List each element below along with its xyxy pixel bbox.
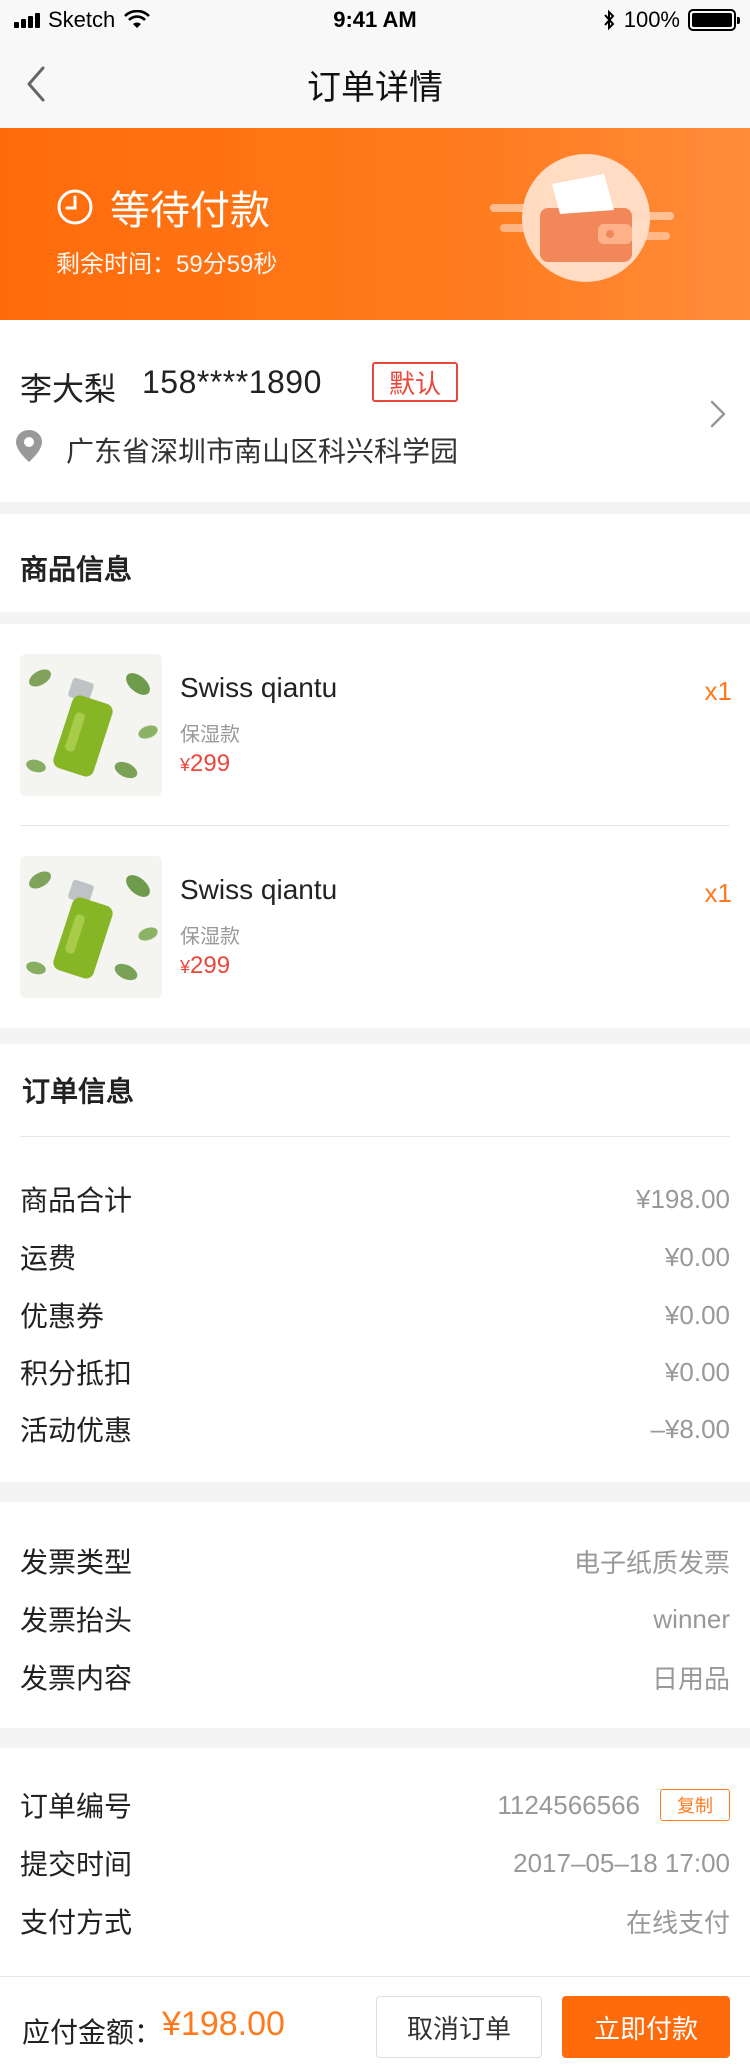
order-info-row: 商品合计 ¥198.00 <box>0 1170 750 1228</box>
product-section-header: 商品信息 <box>0 514 750 612</box>
row-value: winner <box>653 1603 730 1634</box>
row-value: –¥8.00 <box>650 1413 730 1444</box>
battery-percent: 100% <box>623 7 680 32</box>
remaining-time: 剩余时间：59分59秒 <box>56 251 278 278</box>
row-value: 日用品 <box>651 1663 730 1694</box>
carrier-label: Sketch <box>48 7 116 32</box>
recipient-name: 李大梨 <box>20 371 117 407</box>
product-spec: 保湿款 <box>180 926 240 948</box>
product-section-title: 商品信息 <box>20 554 133 585</box>
nav-bar: 订单详情 <box>0 40 750 128</box>
address-detail: 广东省深圳市南山区科兴科学园 <box>66 436 459 467</box>
copy-button[interactable]: 复制 <box>660 1789 730 1821</box>
order-info-title: 订单信息 <box>22 1076 135 1107</box>
bottom-action-bar: 应付金额： ¥198.00 取消订单 立即付款 <box>0 1976 750 2072</box>
order-number: 1124566566 <box>497 1789 640 1820</box>
order-number-row: 订单编号 1124566566 复制 <box>0 1776 750 1834</box>
chevron-right-icon <box>710 400 726 428</box>
row-label: 活动优惠 <box>20 1415 133 1446</box>
order-info-row: 优惠券 ¥0.00 <box>0 1286 750 1344</box>
invoice-row: 发票类型 电子纸质发票 <box>0 1532 750 1590</box>
currency-symbol: ¥ <box>180 755 191 775</box>
product-price: ¥299 <box>180 952 230 980</box>
row-value: 1124566566 复制 <box>497 1789 730 1821</box>
invoice-section: 发票类型 电子纸质发票 发票抬头 winner 发票内容 日用品 <box>0 1502 750 1728</box>
row-value: ¥0.00 <box>664 1356 730 1387</box>
row-label: 提交时间 <box>20 1849 133 1880</box>
invoice-row: 发票内容 日用品 <box>0 1648 750 1706</box>
row-label: 发票抬头 <box>20 1605 133 1636</box>
wallet-illustration <box>490 154 674 282</box>
submit-time-row: 提交时间 2017–05–18 17:00 <box>0 1834 750 1892</box>
signal-icon <box>14 12 40 28</box>
product-spec: 保湿款 <box>180 724 240 746</box>
recipient-phone: 158****1890 <box>142 364 322 400</box>
address-card[interactable]: 李大梨 158****1890 默认 广东省深圳市南山区科兴科学园 <box>0 320 750 502</box>
wifi-icon <box>124 10 151 28</box>
clock-icon <box>57 189 93 225</box>
bluetooth-icon <box>603 9 615 31</box>
product-image <box>20 654 162 796</box>
product-price: ¥299 <box>180 750 230 778</box>
row-label: 发票类型 <box>20 1547 133 1578</box>
order-meta-section: 订单编号 1124566566 复制 提交时间 2017–05–18 17:00… <box>0 1748 750 1976</box>
order-info-row: 积分抵扣 ¥0.00 <box>0 1343 750 1401</box>
status-banner: 等待付款 剩余时间：59分59秒 <box>0 128 750 320</box>
row-value: ¥0.00 <box>664 1241 730 1272</box>
order-info-section: 订单信息 商品合计 ¥198.00 运费 ¥0.00 优惠券 ¥0.00 积分抵… <box>0 1044 750 1482</box>
banner-title: 等待付款 <box>56 178 270 236</box>
pay-now-button[interactable]: 立即付款 <box>562 1996 730 2058</box>
order-info-row: 运费 ¥0.00 <box>0 1228 750 1286</box>
chevron-left-icon <box>27 66 45 102</box>
product-item[interactable]: Swiss qiantu 保湿款 ¥299 x1 <box>0 624 750 826</box>
status-bar: Sketch 9:41 AM 100% <box>0 0 750 40</box>
price-value: 299 <box>190 750 231 777</box>
row-label: 支付方式 <box>20 1907 133 1938</box>
row-label: 订单编号 <box>20 1791 133 1822</box>
amount-due-label: 应付金额： <box>22 2017 163 2048</box>
row-value: 2017–05–18 17:00 <box>513 1847 730 1878</box>
row-label: 发票内容 <box>20 1663 133 1694</box>
row-value: ¥198.00 <box>636 1183 730 1214</box>
product-name: Swiss qiantu <box>180 672 338 703</box>
currency-symbol: ¥ <box>180 957 191 977</box>
product-name: Swiss qiantu <box>180 874 338 905</box>
order-status-label: 等待付款 <box>110 189 270 233</box>
page-title: 订单详情 <box>307 68 443 107</box>
product-quantity: x1 <box>704 878 732 908</box>
order-info-row: 活动优惠 –¥8.00 <box>0 1400 750 1458</box>
row-label: 优惠券 <box>20 1301 105 1332</box>
product-item[interactable]: Swiss qiantu 保湿款 ¥299 x1 <box>0 826 750 1028</box>
default-badge: 默认 <box>372 362 458 402</box>
row-label: 积分抵扣 <box>20 1358 133 1389</box>
divider <box>20 1136 730 1137</box>
payment-method-row: 支付方式 在线支付 <box>0 1892 750 1950</box>
cancel-order-button[interactable]: 取消订单 <box>376 1996 542 2058</box>
back-button[interactable] <box>16 64 56 104</box>
row-value: 电子纸质发票 <box>573 1547 730 1578</box>
row-value: 在线支付 <box>625 1907 730 1938</box>
status-right: 100% <box>602 7 740 33</box>
price-value: 299 <box>190 952 231 979</box>
row-value: ¥0.00 <box>664 1299 730 1330</box>
product-quantity: x1 <box>704 676 732 706</box>
battery-icon <box>688 9 740 31</box>
product-image <box>20 856 162 998</box>
status-left: Sketch <box>14 7 151 33</box>
invoice-row: 发票抬头 winner <box>0 1590 750 1648</box>
location-pin-icon <box>16 430 42 462</box>
row-label: 运费 <box>20 1243 77 1274</box>
row-label: 商品合计 <box>20 1185 133 1216</box>
amount-due-value: ¥198.00 <box>162 2005 285 2043</box>
